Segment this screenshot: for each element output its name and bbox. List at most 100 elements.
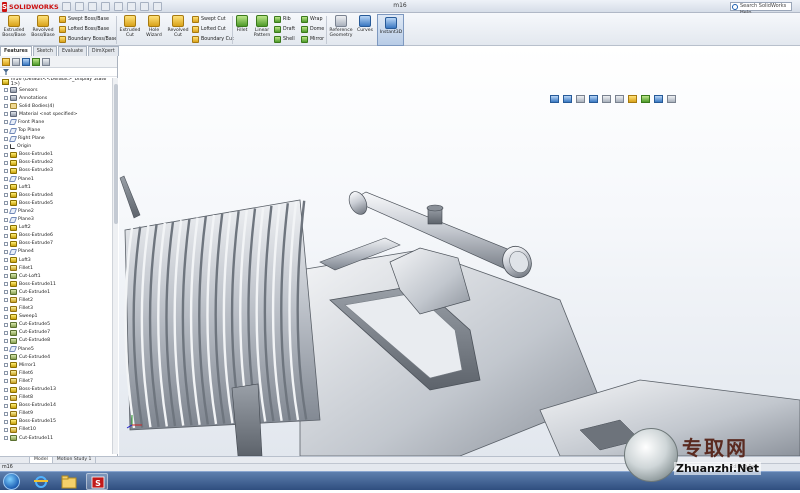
feature-tree-item[interactable]: Solid Bodies(4) — [0, 102, 112, 110]
previous-view-icon[interactable] — [576, 95, 585, 103]
feature-tree-item[interactable]: Loft2 — [0, 224, 112, 232]
property-manager-tab-icon[interactable] — [12, 58, 20, 66]
lofted-boss-button[interactable]: Lofted Boss/Base — [59, 26, 109, 33]
feature-tree-item[interactable]: Fillet8 — [0, 394, 112, 402]
feature-tree-item[interactable]: Front Plane — [0, 118, 112, 126]
expand-toggle-icon[interactable] — [4, 355, 8, 360]
expand-toggle-icon[interactable] — [4, 144, 8, 149]
expand-toggle-icon[interactable] — [4, 209, 8, 214]
expand-toggle-icon[interactable] — [4, 322, 8, 327]
expand-toggle-icon[interactable] — [4, 363, 8, 368]
feature-filter[interactable] — [0, 68, 117, 77]
expand-toggle-icon[interactable] — [4, 371, 8, 376]
expand-toggle-icon[interactable] — [4, 233, 8, 238]
feature-tree-item[interactable]: Fillet1 — [0, 264, 112, 272]
tab-sketch[interactable]: Sketch — [32, 46, 57, 56]
expand-toggle-icon[interactable] — [4, 395, 8, 400]
feature-tree-item[interactable]: Sweep1 — [0, 313, 112, 321]
graphics-viewport[interactable] — [119, 46, 800, 456]
expand-toggle-icon[interactable] — [4, 104, 8, 109]
feature-tree-item[interactable]: Cut-Extrude11 — [0, 434, 112, 442]
expand-toggle-icon[interactable] — [4, 306, 8, 311]
feature-tree-item[interactable]: Cut-Loft1 — [0, 272, 112, 280]
feature-tree-item[interactable]: Sensors — [0, 86, 112, 94]
tab-evaluate[interactable]: Evaluate — [57, 46, 87, 56]
expand-toggle-icon[interactable] — [4, 419, 8, 424]
view-settings-icon[interactable] — [667, 95, 676, 103]
feature-tree-item[interactable]: Fillet7 — [0, 377, 112, 385]
feature-tree-item[interactable]: Top Plane — [0, 126, 112, 134]
linear-pattern-button[interactable]: Linear Pattern — [252, 15, 272, 38]
section-view-icon[interactable] — [589, 95, 598, 103]
hide-show-items-icon[interactable] — [628, 95, 637, 103]
expand-toggle-icon[interactable] — [4, 258, 8, 263]
feature-tree-item[interactable]: Cut-Extrude4 — [0, 353, 112, 361]
expand-toggle-icon[interactable] — [4, 274, 8, 279]
expand-toggle-icon[interactable] — [4, 282, 8, 287]
feature-tree-item[interactable]: Fillet10 — [0, 426, 112, 434]
expand-toggle-icon[interactable] — [4, 436, 8, 441]
feature-tree-item[interactable]: Boss-Extrude2 — [0, 159, 112, 167]
expand-toggle-icon[interactable] — [4, 177, 8, 182]
scrollbar-thumb[interactable] — [114, 84, 118, 224]
feature-tree-scrollbar[interactable] — [112, 78, 118, 454]
expand-toggle-icon[interactable] — [4, 168, 8, 173]
feature-tree-item[interactable]: Boss-Extrude13 — [0, 385, 112, 393]
taskbar-solidworks[interactable]: S — [86, 473, 108, 490]
feature-tree-item[interactable]: Boss-Extrude1 — [0, 151, 112, 159]
wrap-button[interactable]: Wrap — [301, 16, 322, 23]
expand-toggle-icon[interactable] — [4, 338, 8, 343]
feature-tree-item[interactable]: Plane4 — [0, 248, 112, 256]
taskbar-ie[interactable] — [30, 473, 52, 490]
view-orientation-icon[interactable] — [602, 95, 611, 103]
mirror-button[interactable]: Mirror — [301, 36, 324, 43]
feature-tree-item[interactable]: Fillet2 — [0, 296, 112, 304]
extruded-cut-button[interactable]: Extruded Cut — [119, 15, 141, 38]
expand-toggle-icon[interactable] — [4, 88, 8, 93]
zoom-area-icon[interactable] — [563, 95, 572, 103]
feature-tree-item[interactable]: Fillet9 — [0, 410, 112, 418]
tab-features[interactable]: Features — [0, 46, 32, 56]
expand-toggle-icon[interactable] — [4, 330, 8, 335]
display-manager-tab-icon[interactable] — [42, 58, 50, 66]
expand-toggle-icon[interactable] — [4, 112, 8, 117]
expand-toggle-icon[interactable] — [4, 387, 8, 392]
feature-tree-item[interactable]: Cut-Extrude8 — [0, 337, 112, 345]
feature-tree-item[interactable]: Boss-Extrude4 — [0, 191, 112, 199]
expand-toggle-icon[interactable] — [4, 225, 8, 230]
expand-toggle-icon[interactable] — [4, 217, 8, 222]
expand-toggle-icon[interactable] — [4, 120, 8, 125]
feature-tree-item[interactable]: Cut-Extrude1 — [0, 288, 112, 296]
rib-button[interactable]: Rib — [274, 16, 291, 23]
hole-wizard-button[interactable]: Hole Wizard — [143, 15, 165, 38]
feature-tree-item[interactable]: Mirror1 — [0, 361, 112, 369]
feature-tree-item[interactable]: Boss-Extrude14 — [0, 402, 112, 410]
feature-tree-item[interactable]: Boss-Extrude15 — [0, 418, 112, 426]
feature-manager-tab-icon[interactable] — [2, 58, 10, 66]
feature-tree-item[interactable]: Plane2 — [0, 207, 112, 215]
feature-tree-item[interactable]: Cut-Extrude7 — [0, 329, 112, 337]
expand-toggle-icon[interactable] — [4, 314, 8, 319]
zoom-to-fit-icon[interactable] — [550, 95, 559, 103]
boundary-cut-button[interactable]: Boundary Cut — [192, 36, 234, 43]
help-search-input[interactable]: Search SolidWorks Help — [730, 2, 792, 16]
display-style-icon[interactable] — [615, 95, 624, 103]
start-button[interactable] — [3, 473, 20, 490]
expand-toggle-icon[interactable] — [4, 201, 8, 206]
expand-toggle-icon[interactable] — [4, 347, 8, 352]
feature-tree-item[interactable]: Boss-Extrude6 — [0, 232, 112, 240]
feature-tree-item[interactable]: Fillet3 — [0, 305, 112, 313]
expand-toggle-icon[interactable] — [4, 266, 8, 271]
feature-tree-item[interactable]: Fillet6 — [0, 369, 112, 377]
expand-toggle-icon[interactable] — [4, 241, 8, 246]
tab-dimxpert[interactable]: DimXpert — [87, 46, 119, 56]
expand-toggle-icon[interactable] — [4, 185, 8, 190]
feature-tree-item[interactable]: Annotations — [0, 94, 112, 102]
swept-cut-button[interactable]: Swept Cut — [192, 16, 226, 23]
expand-toggle-icon[interactable] — [4, 96, 8, 101]
dome-button[interactable]: Dome — [301, 26, 324, 33]
expand-toggle-icon[interactable] — [4, 249, 8, 254]
feature-tree-item[interactable]: Material <not specified> — [0, 110, 112, 118]
lofted-cut-button[interactable]: Lofted Cut — [192, 26, 226, 33]
feature-tree-item[interactable]: Cut-Extrude5 — [0, 321, 112, 329]
